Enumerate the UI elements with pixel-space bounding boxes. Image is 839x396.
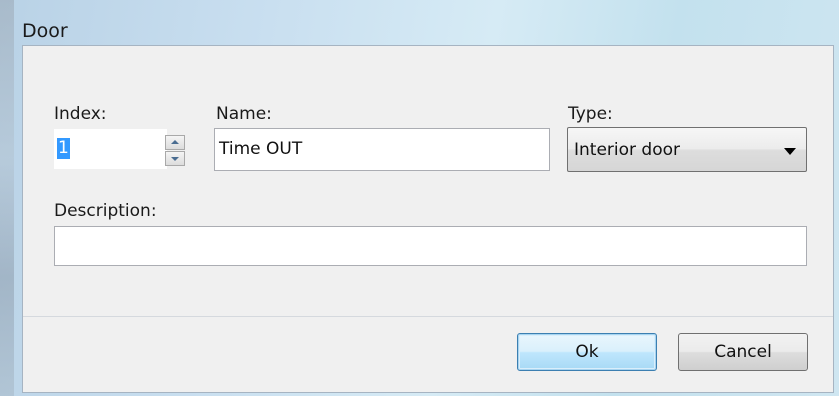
index-spinner	[165, 135, 185, 167]
description-label: Description:	[54, 201, 157, 221]
index-label: Index:	[54, 104, 107, 124]
spin-down-button[interactable]	[165, 151, 185, 166]
ok-button[interactable]: Ok	[517, 333, 657, 371]
button-bar: Ok Cancel	[23, 316, 833, 392]
index-field[interactable]: 1	[54, 129, 185, 169]
name-field[interactable]: Time OUT	[214, 128, 550, 171]
spin-up-icon	[171, 140, 179, 144]
description-field[interactable]	[54, 226, 807, 266]
type-label: Type:	[568, 104, 613, 124]
window-title: Door	[22, 20, 68, 42]
type-select[interactable]: Interior door	[567, 127, 807, 172]
name-value: Time OUT	[219, 139, 303, 159]
dialog-window: Door Index: 1 Name: Time OUT Type: Inter…	[0, 0, 839, 396]
dialog-client-area: Index: 1 Name: Time OUT Type: Interior d…	[22, 45, 834, 393]
spin-up-button[interactable]	[165, 135, 185, 150]
spin-down-icon	[171, 157, 179, 161]
type-value: Interior door	[574, 140, 681, 160]
index-value: 1	[57, 138, 70, 159]
name-label: Name:	[216, 104, 272, 124]
chevron-down-icon	[784, 148, 796, 155]
cancel-button[interactable]: Cancel	[678, 333, 808, 371]
title-bar[interactable]: Door	[14, 6, 839, 46]
